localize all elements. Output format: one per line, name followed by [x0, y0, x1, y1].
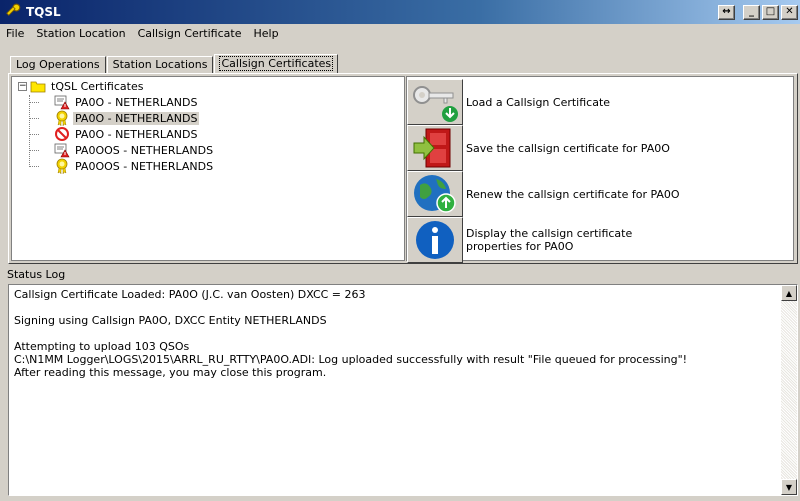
menu-callsign-certificate[interactable]: Callsign Certificate	[132, 27, 248, 40]
tree-item[interactable]: PA0OOS - NETHERLANDS	[54, 158, 215, 174]
menu-bar: File Station Location Callsign Certifica…	[0, 24, 800, 42]
menu-file[interactable]: File	[0, 27, 30, 40]
minimize-button[interactable]: _	[743, 4, 760, 20]
scroll-up-button[interactable]: ▲	[781, 285, 797, 301]
collapse-icon[interactable]: −	[18, 81, 27, 91]
display-properties-button[interactable]	[407, 217, 463, 263]
tab-label: Callsign Certificates	[219, 56, 334, 71]
vertical-scrollbar[interactable]: ▲ ▼	[781, 285, 797, 495]
tree-item-label: PA0O - NETHERLANDS	[75, 127, 198, 141]
load-certificate-button[interactable]	[407, 79, 463, 125]
display-properties-label: Display the callsign certificate propert…	[466, 227, 633, 253]
arrow-down-icon: ▼	[785, 482, 793, 492]
certificate-warning-icon	[54, 95, 70, 110]
arrow-up-icon: ▲	[785, 288, 793, 298]
certificate-valid-icon	[56, 110, 68, 126]
load-certificate-action[interactable]: Load a Callsign Certificate	[407, 79, 686, 125]
key-icon	[413, 86, 458, 122]
certificate-valid-icon	[56, 158, 68, 174]
scroll-down-button[interactable]: ▼	[781, 479, 797, 495]
tree-item-selected[interactable]: PA0O - NETHERLANDS	[54, 110, 200, 126]
renew-certificate-action[interactable]: Renew the callsign certificate for PA0O	[407, 171, 686, 217]
globe-renew-icon	[414, 175, 456, 213]
maximize-icon: □	[765, 6, 776, 17]
tree-root[interactable]: − tQSL Certificates	[18, 78, 145, 94]
log-line: Signing using Callsign PA0O, DXCC Entity…	[14, 314, 327, 327]
certificate-revoked-icon	[55, 127, 69, 141]
tree-item-label: PA0OOS - NETHERLANDS	[75, 143, 214, 157]
title-bar[interactable]: TQSL ↔ _ □ ✕	[0, 0, 800, 24]
save-certificate-label: Save the callsign certificate for PA0O	[466, 141, 670, 155]
log-line: Attempting to upload 103 QSOs	[14, 340, 190, 353]
menu-station-location[interactable]: Station Location	[30, 27, 131, 40]
tree-item[interactable]: PA0O - NETHERLANDS	[54, 94, 199, 110]
renew-certificate-button[interactable]	[407, 171, 463, 217]
display-properties-action[interactable]: Display the callsign certificate propert…	[407, 217, 686, 263]
tree-item[interactable]: PA0O - NETHERLANDS	[54, 126, 199, 142]
tab-strip: Log Operations Station Locations Callsig…	[10, 54, 339, 74]
tree-item-label: PA0O - NETHERLANDS	[75, 95, 198, 109]
maximize-button[interactable]: □	[762, 4, 779, 20]
save-certificate-button[interactable]	[407, 125, 463, 171]
folder-icon	[30, 81, 46, 93]
log-line: After reading this message, you may clos…	[14, 366, 327, 379]
log-line: C:\N1MM Logger\LOGS\2015\ARRL_RU_RTTY\PA…	[14, 353, 688, 366]
close-button[interactable]: ✕	[781, 4, 798, 20]
certificate-warning-icon	[54, 143, 70, 158]
tree-item-label: PA0OOS - NETHERLANDS	[75, 159, 214, 173]
tab-log-operations[interactable]: Log Operations	[10, 56, 106, 74]
menu-help[interactable]: Help	[247, 27, 284, 40]
tree-item[interactable]: PA0OOS - NETHERLANDS	[54, 142, 215, 158]
minimize-icon: _	[749, 6, 754, 17]
tree-item-label: PA0O - NETHERLANDS	[73, 111, 200, 125]
key-app-icon	[6, 3, 21, 16]
actions-panel: Load a Callsign Certificate Save the cal…	[406, 76, 794, 263]
restore-size-button[interactable]: ↔	[718, 4, 735, 20]
window-title: TQSL	[26, 5, 61, 19]
tab-callsign-certificates[interactable]: Callsign Certificates	[214, 54, 339, 74]
load-certificate-label: Load a Callsign Certificate	[466, 95, 611, 109]
tab-station-locations[interactable]: Station Locations	[106, 56, 214, 74]
status-log[interactable]: Callsign Certificate Loaded: PA0O (J.C. …	[8, 284, 798, 496]
status-log-text: Callsign Certificate Loaded: PA0O (J.C. …	[14, 288, 774, 379]
resize-arrows-icon: ↔	[722, 6, 731, 17]
tree-root-label: tQSL Certificates	[51, 79, 144, 93]
status-log-label: Status Log	[7, 268, 66, 281]
save-door-icon	[413, 128, 451, 168]
close-icon: ✕	[785, 6, 794, 17]
tab-panel: − tQSL Certificates PA0O - NETHERLANDS P…	[8, 73, 798, 264]
certificate-tree[interactable]: − tQSL Certificates PA0O - NETHERLANDS P…	[11, 76, 405, 261]
renew-certificate-label: Renew the callsign certificate for PA0O	[466, 187, 680, 201]
info-icon	[416, 221, 454, 259]
save-certificate-action[interactable]: Save the callsign certificate for PA0O	[407, 125, 686, 171]
log-line: Callsign Certificate Loaded: PA0O (J.C. …	[14, 288, 366, 301]
